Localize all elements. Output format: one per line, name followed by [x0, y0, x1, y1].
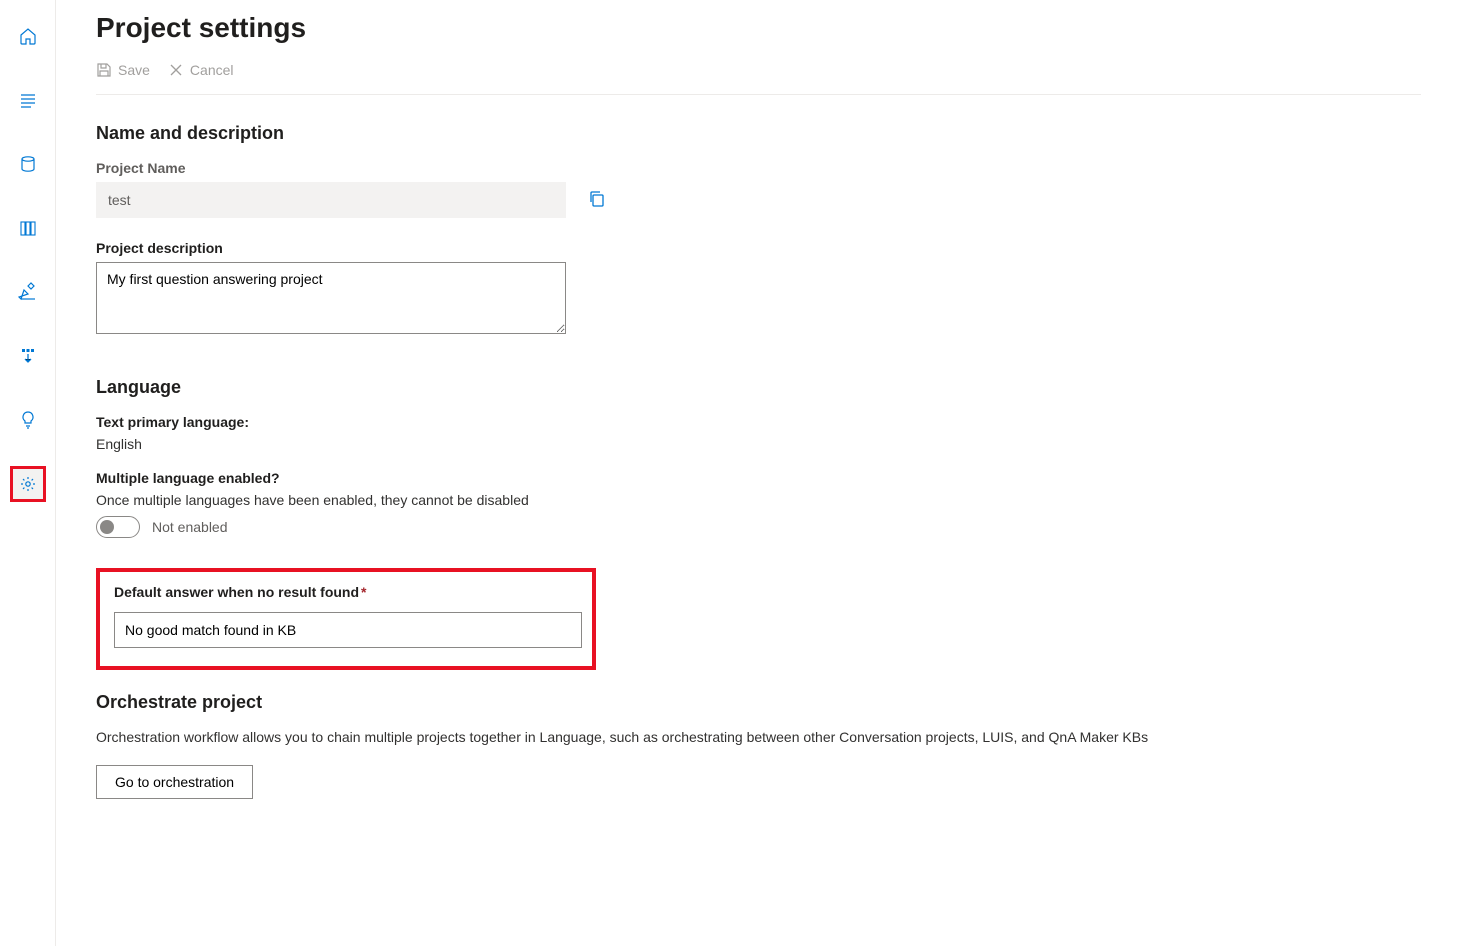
save-icon — [96, 62, 112, 78]
home-icon — [18, 26, 38, 46]
save-label: Save — [118, 62, 150, 78]
multi-lang-toggle-label: Not enabled — [152, 519, 228, 535]
library-icon — [18, 218, 38, 238]
project-desc-field[interactable] — [96, 262, 566, 334]
default-answer-section: Default answer when no result found* — [96, 568, 596, 670]
orchestrate-desc: Orchestration workflow allows you to cha… — [96, 729, 1421, 745]
default-answer-label: Default answer when no result found* — [114, 584, 578, 600]
sidebar-edit[interactable] — [10, 274, 46, 310]
copy-name-button[interactable] — [588, 190, 606, 211]
left-nav-rail — [0, 0, 56, 946]
required-asterisk: * — [361, 584, 366, 600]
sidebar-list[interactable] — [10, 82, 46, 118]
gear-icon — [18, 474, 38, 494]
sidebar-suggestions[interactable] — [10, 402, 46, 438]
sidebar-deploy[interactable] — [10, 338, 46, 374]
sidebar-settings[interactable] — [10, 466, 46, 502]
primary-lang-value: English — [96, 436, 1421, 452]
project-desc-label: Project description — [96, 240, 1421, 256]
copy-icon — [588, 190, 606, 208]
save-button[interactable]: Save — [96, 62, 150, 78]
database-icon — [18, 154, 38, 174]
toolbar: Save Cancel — [96, 62, 1421, 95]
multi-lang-label: Multiple language enabled? — [96, 470, 1421, 486]
project-name-label: Project Name — [96, 160, 1421, 176]
deploy-icon — [18, 346, 38, 366]
sidebar-database[interactable] — [10, 146, 46, 182]
multi-lang-toggle[interactable] — [96, 516, 140, 538]
close-icon — [168, 62, 184, 78]
default-answer-field[interactable] — [114, 612, 582, 648]
sidebar-home[interactable] — [10, 18, 46, 54]
page-title: Project settings — [96, 12, 1421, 44]
primary-lang-label: Text primary language: — [96, 414, 1421, 430]
project-name-field — [96, 182, 566, 218]
main-content: Project settings Save Cancel Name and de… — [56, 0, 1461, 946]
name-desc-heading: Name and description — [96, 123, 1421, 144]
edit-knowledge-icon — [18, 282, 38, 302]
go-to-orchestration-button[interactable]: Go to orchestration — [96, 765, 253, 799]
language-heading: Language — [96, 377, 1421, 398]
cancel-label: Cancel — [190, 62, 234, 78]
lightbulb-icon — [18, 410, 38, 430]
sidebar-knowledge[interactable] — [10, 210, 46, 246]
list-icon — [18, 90, 38, 110]
multi-lang-note: Once multiple languages have been enable… — [96, 492, 1421, 508]
orchestrate-heading: Orchestrate project — [96, 692, 1421, 713]
cancel-button[interactable]: Cancel — [168, 62, 234, 78]
